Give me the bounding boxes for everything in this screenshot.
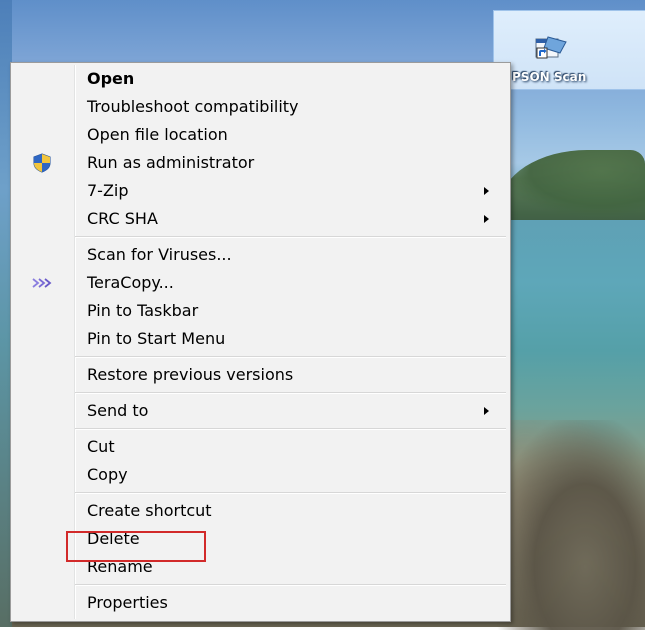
menu-item-label: Pin to Start Menu [87, 329, 226, 348]
menu-item-teracopy[interactable]: TeraCopy... [13, 269, 508, 296]
menu-item-open[interactable]: Open [13, 65, 508, 92]
menu-item-label: Restore previous versions [87, 365, 294, 384]
menu-separator [75, 356, 506, 358]
menu-item-7-zip[interactable]: 7-Zip [13, 177, 508, 204]
menu-item-properties[interactable]: Properties [13, 589, 508, 616]
menu-item-label: Open file location [87, 125, 228, 144]
menu-separator [75, 392, 506, 394]
menu-item-troubleshoot-compatibility[interactable]: Troubleshoot compatibility [13, 93, 508, 120]
desktop-shortcut-label: PSON Scan [512, 70, 587, 84]
menu-item-label: TeraCopy... [87, 273, 174, 292]
menu-item-label: Copy [87, 465, 128, 484]
menu-item-label: Pin to Taskbar [87, 301, 199, 320]
menu-item-label: Open [87, 69, 135, 88]
wallpaper-rocks [495, 420, 645, 630]
menu-item-label: CRC SHA [87, 209, 158, 228]
menu-item-pin-to-start-menu[interactable]: Pin to Start Menu [13, 325, 508, 352]
shortcut-app-icon [534, 33, 568, 61]
menu-item-cut[interactable]: Cut [13, 433, 508, 460]
menu-item-create-shortcut[interactable]: Create shortcut [13, 497, 508, 524]
menu-item-label: Troubleshoot compatibility [87, 97, 299, 116]
menu-separator [75, 492, 506, 494]
menu-item-restore-previous-versions[interactable]: Restore previous versions [13, 361, 508, 388]
submenu-arrow-icon [484, 407, 489, 415]
menu-item-open-file-location[interactable]: Open file location [13, 121, 508, 148]
menu-item-label: 7-Zip [87, 181, 129, 200]
submenu-arrow-icon [484, 215, 489, 223]
menu-item-label: Scan for Viruses... [87, 245, 232, 264]
menu-separator [75, 584, 506, 586]
menu-item-pin-to-taskbar[interactable]: Pin to Taskbar [13, 297, 508, 324]
menu-item-scan-for-viruses[interactable]: Scan for Viruses... [13, 241, 508, 268]
menu-item-label: Create shortcut [87, 501, 212, 520]
menu-item-run-as-administrator[interactable]: Run as administrator [13, 149, 508, 176]
menu-item-send-to[interactable]: Send to [13, 397, 508, 424]
menu-item-label: Cut [87, 437, 115, 456]
menu-item-label: Run as administrator [87, 153, 255, 172]
properties-highlight-box [66, 531, 206, 562]
menu-item-crc-sha[interactable]: CRC SHA [13, 205, 508, 232]
submenu-arrow-icon [484, 187, 489, 195]
menu-item-copy[interactable]: Copy [13, 461, 508, 488]
uac-shield-icon [31, 152, 53, 174]
menu-item-label: Properties [87, 593, 168, 612]
teracopy-icon [31, 272, 53, 294]
desktop-shortcut[interactable]: PSON Scan [493, 10, 645, 90]
menu-item-label: Send to [87, 401, 149, 420]
menu-separator [75, 236, 506, 238]
menu-separator [75, 428, 506, 430]
